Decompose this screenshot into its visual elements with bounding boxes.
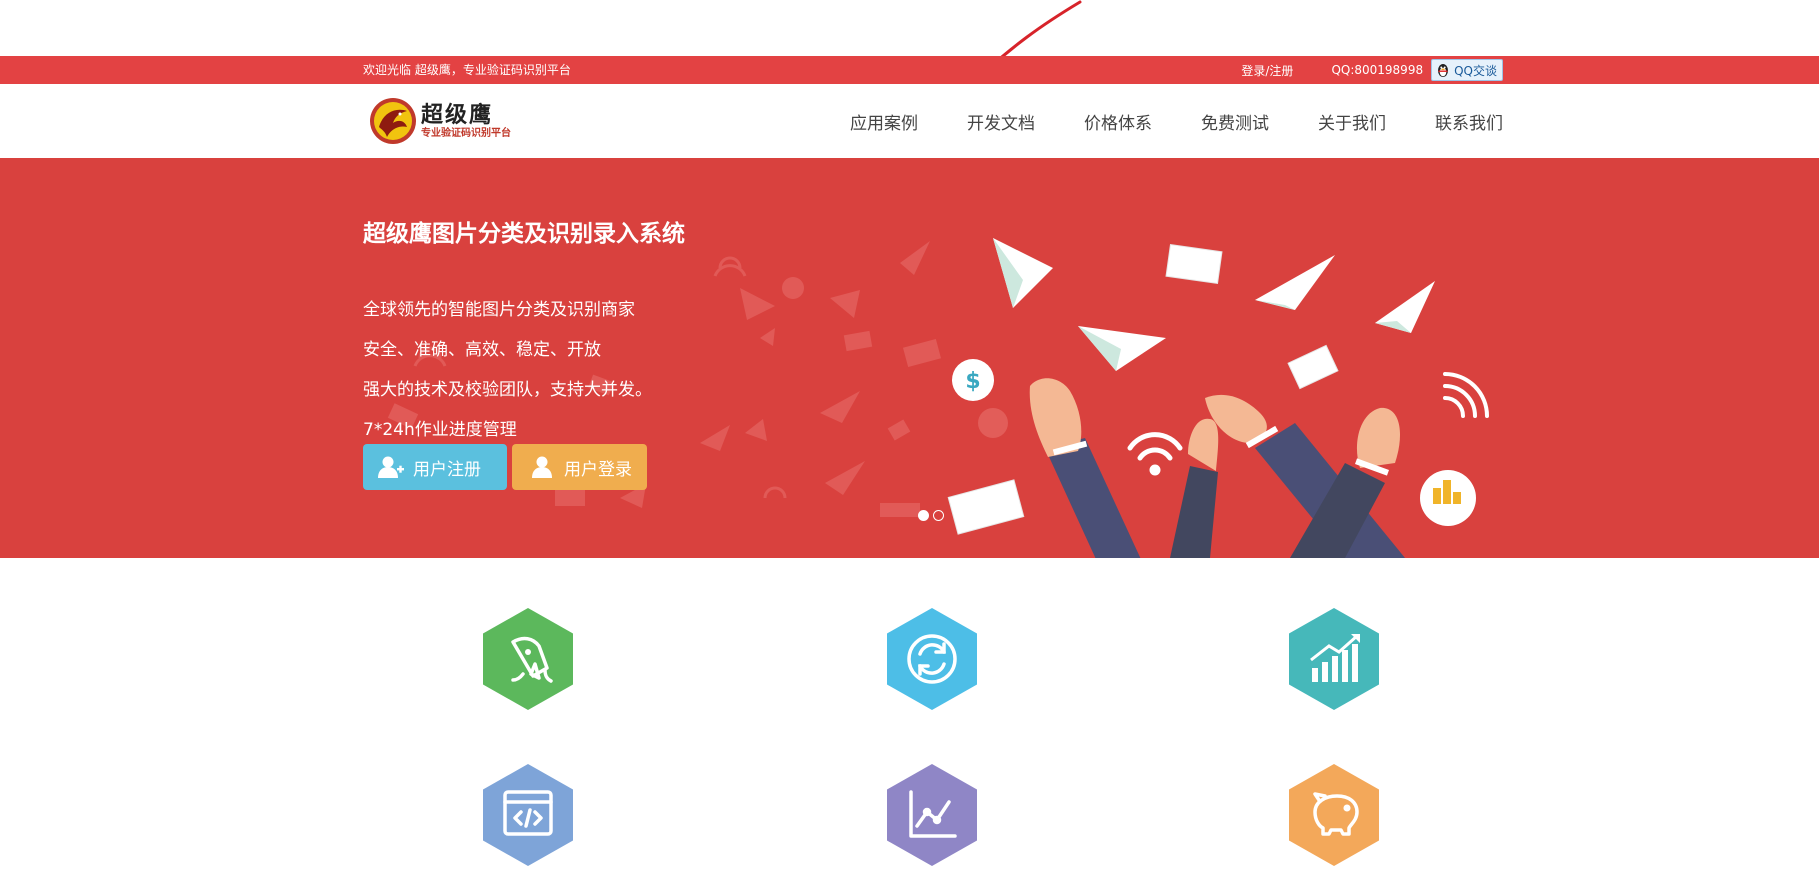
hero-illustration: $ <box>387 238 1489 558</box>
svg-text:$: $ <box>965 369 980 394</box>
register-label: 用户注册 <box>413 459 481 480</box>
hero-title: 超级鹰图片分类及识别录入系统 <box>363 221 685 247</box>
qq-number: QQ:800198998 <box>1331 63 1424 77</box>
qq-chat-button[interactable]: QQ交谈 <box>1431 59 1503 81</box>
login-label: 用户登录 <box>564 459 632 480</box>
main-navbar: 超级鹰 专业验证码识别平台 应用案例 开发文档 价格体系 免费测试 关于我们 联… <box>0 84 1819 158</box>
user-icon <box>532 456 552 478</box>
brand-tagline: 专业验证码识别平台 <box>421 128 511 139</box>
top-bar: 欢迎光临 超级鹰，专业验证码识别平台 登录/注册 QQ:800198998 QQ… <box>0 56 1819 84</box>
nav-item-pricing[interactable]: 价格体系 <box>1084 109 1152 134</box>
nav-menu: 应用案例 开发文档 价格体系 免费测试 关于我们 联系我们 <box>801 84 1503 158</box>
welcome-text: 欢迎光临 超级鹰，专业验证码识别平台 <box>363 63 571 77</box>
add-user-icon <box>378 456 404 478</box>
feature-hex-rocket[interactable] <box>483 608 573 710</box>
site-logo[interactable]: 超级鹰 专业验证码识别平台 <box>369 96 519 146</box>
hex-shape <box>887 608 977 710</box>
feature-hex-growth[interactable] <box>1289 608 1379 710</box>
carousel-dot[interactable] <box>918 510 929 521</box>
nav-item-free-test[interactable]: 免费测试 <box>1201 109 1269 134</box>
carousel-dot[interactable] <box>933 510 944 521</box>
top-bar-right: 登录/注册 QQ:800198998 QQ交谈 <box>1241 56 1503 84</box>
register-button[interactable]: 用户注册 <box>363 444 507 490</box>
nav-item-docs[interactable]: 开发文档 <box>967 109 1035 134</box>
hero-buttons: 用户注册 用户登录 <box>363 444 647 490</box>
brand-name: 超级鹰 <box>421 102 494 128</box>
feature-hex-code[interactable] <box>483 764 573 866</box>
features-section <box>0 558 1819 875</box>
feature-hex-savings[interactable] <box>1289 764 1379 866</box>
carousel-dots <box>918 510 948 521</box>
qq-penguin-icon <box>1438 64 1449 77</box>
brand-text: 超级鹰 专业验证码识别平台 <box>421 102 511 140</box>
qq-chat-label: QQ交谈 <box>1454 63 1497 78</box>
hero-line: 安全、准确、高效、稳定、开放 <box>363 340 601 360</box>
hero-feature-lines: 全球领先的智能图片分类及识别商家 安全、准确、高效、稳定、开放 强大的技术及校验… <box>363 290 652 450</box>
hero-line: 全球领先的智能图片分类及识别商家 <box>363 300 635 320</box>
hex-shape <box>483 608 573 710</box>
feature-hex-trend[interactable] <box>887 764 977 866</box>
hero-line: 强大的技术及校验团队，支持大并发。 <box>363 380 652 400</box>
nav-item-cases[interactable]: 应用案例 <box>850 109 918 134</box>
login-register-link[interactable]: 登录/注册 <box>1241 62 1293 79</box>
eagle-logo-icon <box>370 98 416 144</box>
nav-item-about[interactable]: 关于我们 <box>1318 109 1386 134</box>
login-button[interactable]: 用户登录 <box>512 444 647 490</box>
nav-item-contact[interactable]: 联系我们 <box>1435 109 1503 134</box>
feature-hex-refresh[interactable] <box>887 608 977 710</box>
hero-banner: $ 超级鹰图片分类及识别录入系统 全球领先的智能图片分类及识别商家 安全、准确、… <box>0 158 1819 558</box>
hex-shape <box>1289 764 1379 866</box>
